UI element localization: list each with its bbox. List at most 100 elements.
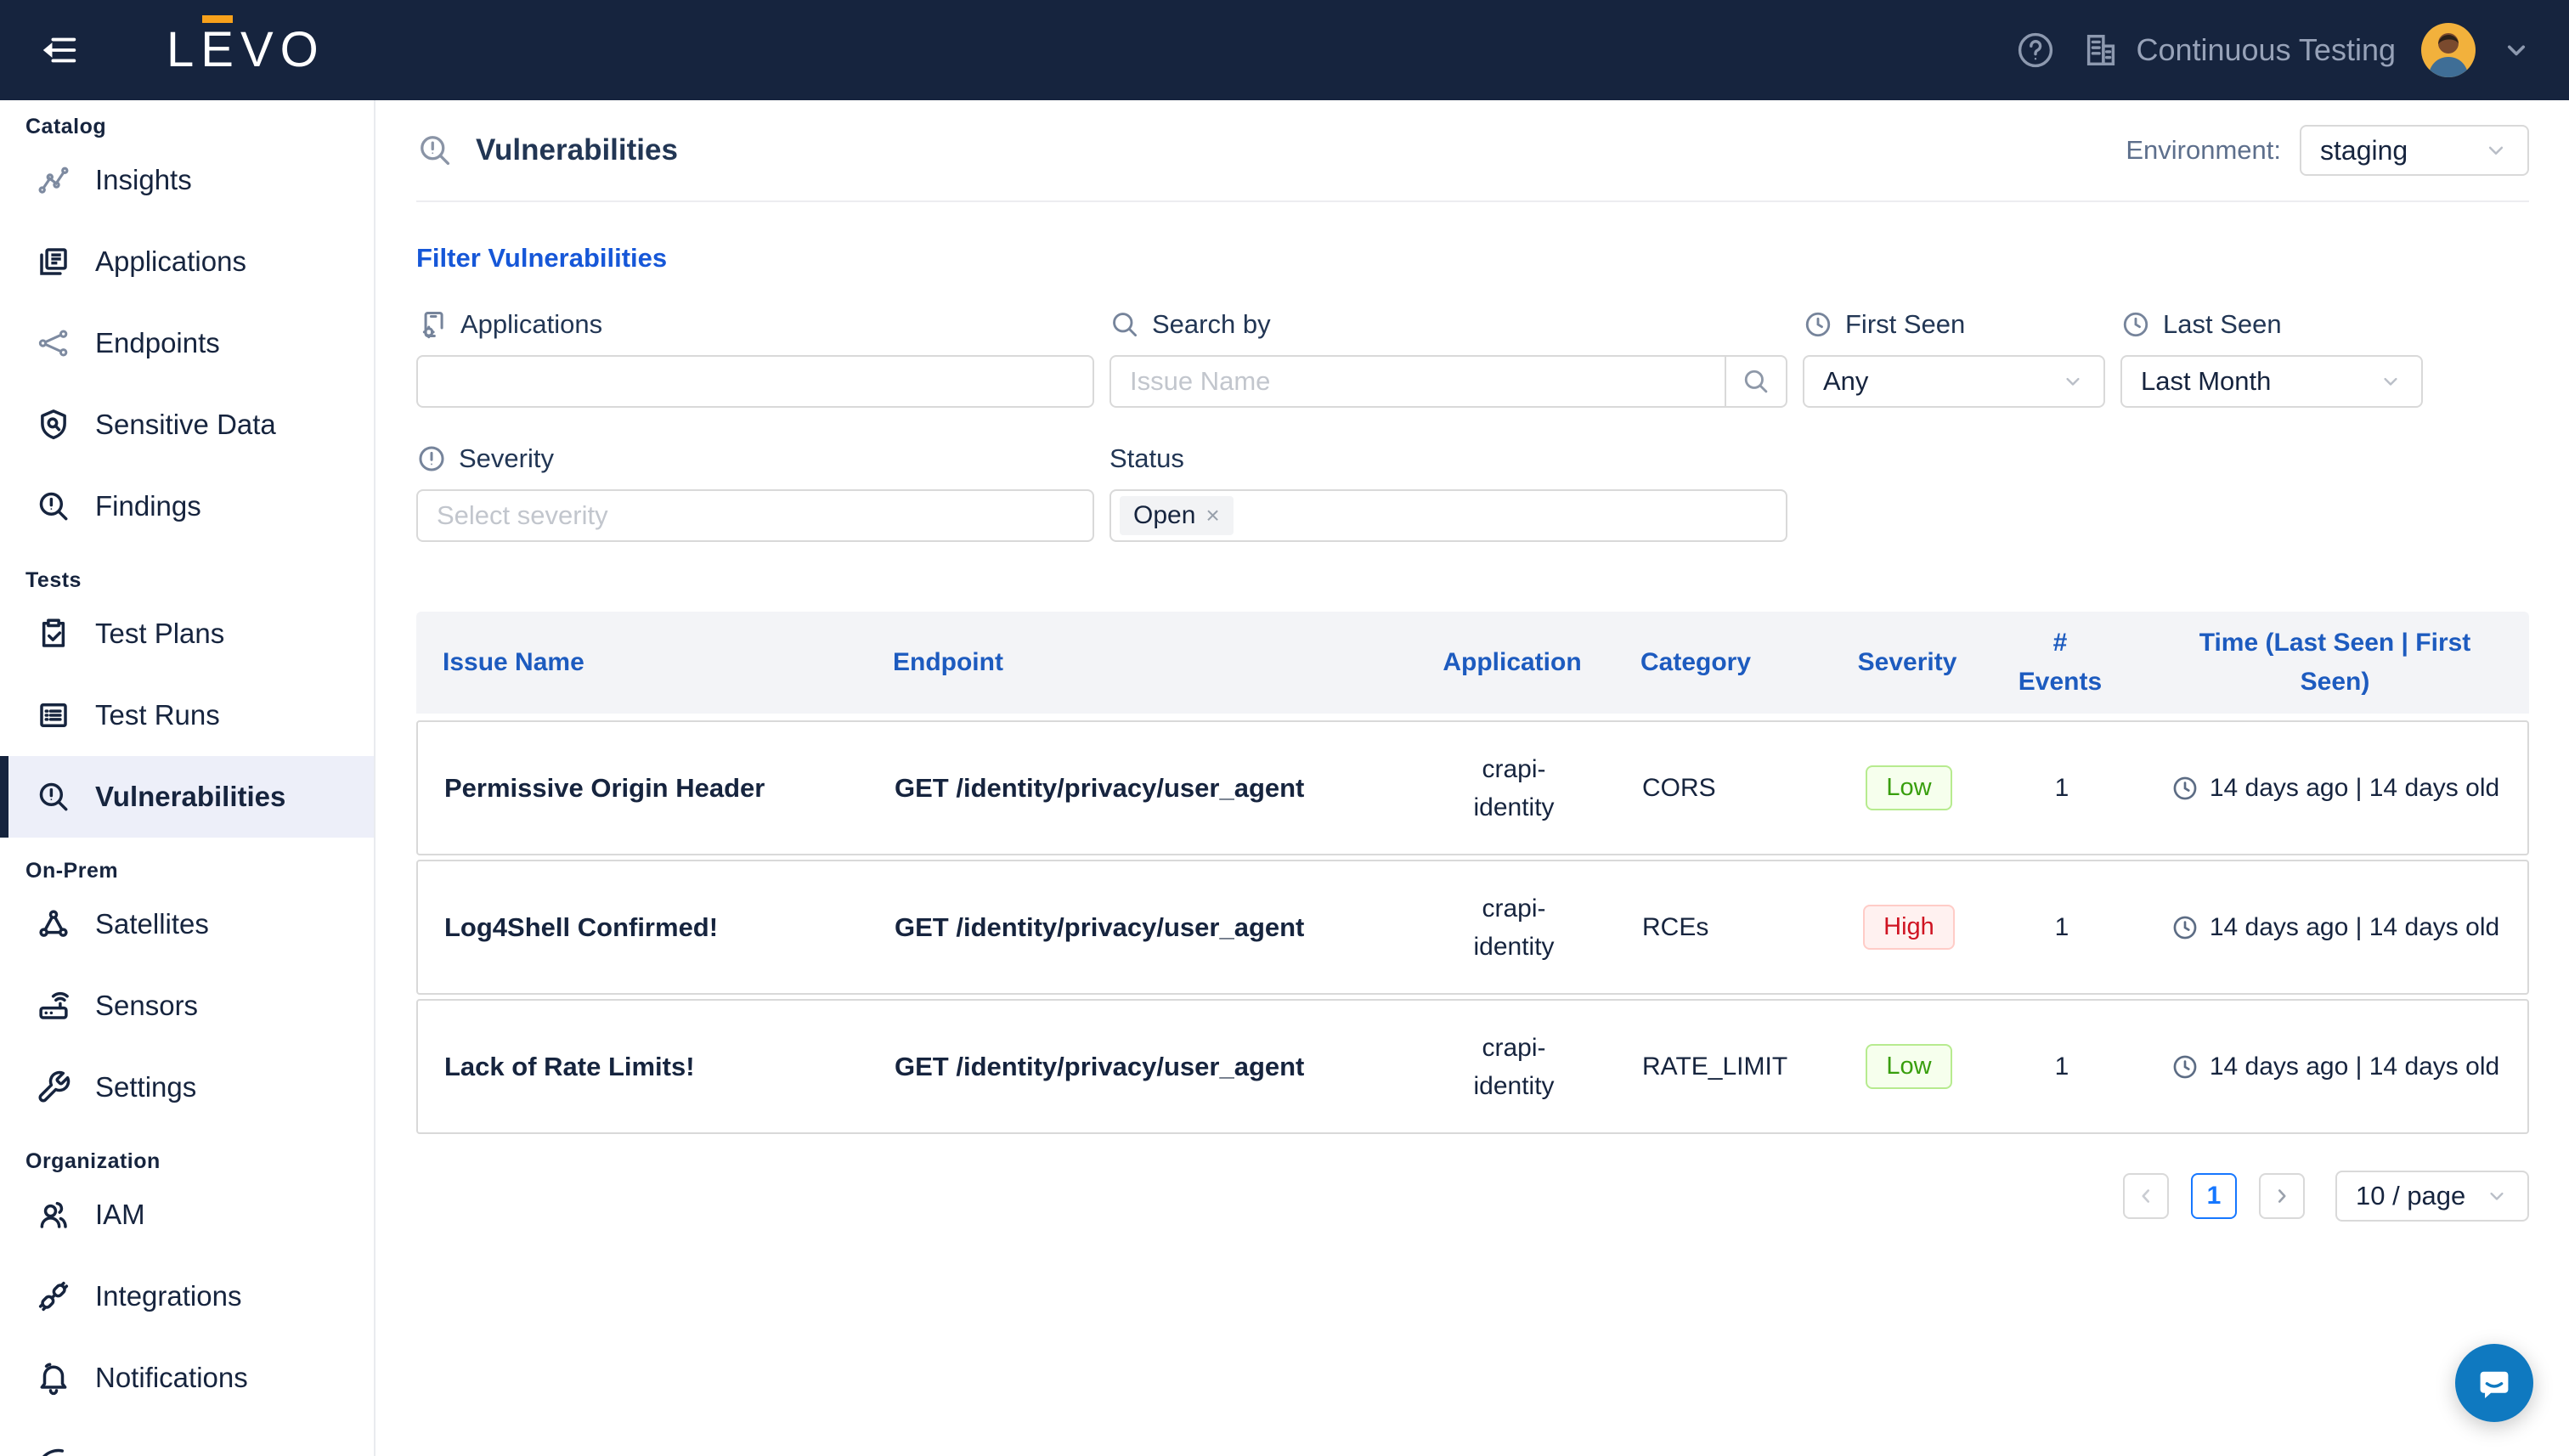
- issue-name-search-input[interactable]: [1109, 355, 1726, 408]
- page-number-button[interactable]: 1: [2191, 1173, 2237, 1219]
- chat-launcher-button[interactable]: [2455, 1344, 2533, 1422]
- test-runs-list-icon: [34, 697, 73, 733]
- severity-cell: Low: [1837, 1043, 1981, 1090]
- column-header-events: # Events: [2018, 628, 2103, 697]
- sidebar-item-label: Notifications: [95, 1362, 248, 1393]
- severity-filter-input[interactable]: [416, 489, 1094, 542]
- clock-icon: [2171, 774, 2199, 803]
- issue-name-cell: Lack of Rate Limits!: [444, 1051, 695, 1081]
- sidebar-item-insights[interactable]: Insights: [0, 139, 374, 221]
- last-seen-select[interactable]: Last Month: [2120, 355, 2423, 408]
- status-filter-input[interactable]: Open ×: [1109, 489, 1787, 542]
- time-text: 14 days ago | 14 days old: [2209, 1052, 2500, 1081]
- clock-icon: [1803, 309, 1833, 340]
- events-cell: 1: [2054, 1052, 2069, 1081]
- filter-panel: Filter Vulnerabilities Applications Sear…: [416, 243, 2529, 576]
- events-cell: 1: [2054, 773, 2069, 802]
- sidebar-item-test-runs[interactable]: Test Runs: [0, 674, 374, 756]
- first-seen-select[interactable]: Any: [1803, 355, 2105, 408]
- next-page-button[interactable]: [2259, 1173, 2305, 1219]
- chevron-down-icon: [2061, 370, 2085, 393]
- sidebar-item-vulnerabilities[interactable]: Vulnerabilities: [0, 756, 374, 838]
- sidebar-item-label: Settings: [95, 1071, 197, 1103]
- sidebar-item-sensors[interactable]: Sensors: [0, 965, 374, 1047]
- sidebar-item-label: Integrations: [95, 1280, 242, 1312]
- category-cell: RATE_LIMIT: [1642, 1052, 1788, 1081]
- sidebar-item-label: Endpoints: [95, 327, 220, 358]
- time-cell: 14 days ago | 14 days old: [2143, 1052, 2527, 1081]
- last-seen-value: Last Month: [2141, 366, 2272, 396]
- vulnerabilities-table: Issue Name Endpoint Application Category…: [416, 612, 2529, 1138]
- vulnerabilities-search-alert-icon: [34, 779, 73, 815]
- sidebar-item-label: Sensors: [95, 990, 199, 1021]
- search-submit-button[interactable]: [1725, 355, 1787, 408]
- environment-select[interactable]: staging: [2300, 125, 2529, 176]
- table-header-row: Issue Name Endpoint Application Category…: [416, 612, 2529, 714]
- sidebar-item-iam[interactable]: IAM: [0, 1174, 374, 1256]
- column-header-endpoint: Endpoint: [893, 647, 1003, 676]
- applications-filter-label: Applications: [460, 309, 603, 339]
- table-row[interactable]: Permissive Origin Header GET /identity/p…: [416, 720, 2529, 855]
- column-header-category: Category: [1640, 647, 1752, 676]
- sidebar-item-label: Sensitive Data: [95, 409, 276, 440]
- sidebar-item-notifications[interactable]: Notifications: [0, 1337, 374, 1419]
- sidebar-item-label: Findings: [95, 490, 201, 522]
- chevron-down-icon: [2485, 1184, 2509, 1208]
- category-cell: CORS: [1642, 773, 1716, 802]
- first-seen-label: First Seen: [1845, 309, 1966, 339]
- sidebar-item-applications[interactable]: Applications: [0, 221, 374, 302]
- sensors-router-icon: [34, 988, 73, 1024]
- search-icon: [1109, 309, 1140, 340]
- help-icon[interactable]: [2015, 30, 2056, 71]
- sidebar-item-label: Test Runs: [95, 699, 220, 731]
- application-cell: crapi-identity: [1473, 894, 1555, 961]
- menu-fold-icon: [42, 31, 81, 70]
- category-cell: RCEs: [1642, 912, 1709, 941]
- events-cell: 1: [2054, 912, 2069, 941]
- findings-search-alert-icon: [34, 488, 73, 524]
- sidebar-item-label: Satellites: [95, 908, 209, 940]
- org-switcher[interactable]: Continuous Testing: [2081, 31, 2396, 70]
- page-title-search-alert-icon: [416, 132, 454, 169]
- sidebar-item-endpoints[interactable]: Endpoints: [0, 302, 374, 384]
- table-row[interactable]: Log4Shell Confirmed! GET /identity/priva…: [416, 860, 2529, 995]
- chevron-down-icon: [2379, 370, 2402, 393]
- sidebar-item-satellites[interactable]: Satellites: [0, 883, 374, 965]
- sidebar-item-sensitive-data[interactable]: Sensitive Data: [0, 384, 374, 466]
- endpoint-cell: GET /identity/privacy/user_agent: [895, 772, 1305, 803]
- last-seen-label: Last Seen: [2163, 309, 2282, 339]
- application-cell: crapi-identity: [1473, 754, 1555, 821]
- column-header-issue-name: Issue Name: [443, 647, 584, 676]
- partial-item-icon: [34, 1439, 70, 1456]
- severity-badge: High: [1863, 904, 1955, 951]
- column-header-time: Time (Last Seen | First Seen): [2199, 628, 2471, 697]
- endpoint-cell: GET /identity/privacy/user_agent: [895, 911, 1305, 942]
- chevron-down-icon: [2483, 138, 2509, 163]
- applications-filter-input[interactable]: [416, 355, 1094, 408]
- account-chevron-down-icon[interactable]: [2501, 35, 2532, 65]
- user-avatar[interactable]: [2421, 23, 2476, 77]
- status-label: Status: [1109, 443, 1184, 473]
- previous-page-button[interactable]: [2123, 1173, 2169, 1219]
- sidebar-item-integrations[interactable]: Integrations: [0, 1256, 374, 1337]
- page-size-select[interactable]: 10 / page: [2335, 1171, 2529, 1222]
- issue-name-cell: Log4Shell Confirmed!: [444, 911, 719, 942]
- endpoints-icon: [34, 326, 73, 360]
- endpoint-cell: GET /identity/privacy/user_agent: [895, 1051, 1305, 1081]
- notifications-bell-icon: [34, 1360, 73, 1396]
- logo-accent-bar: [202, 15, 233, 23]
- page-size-value: 10 / page: [2356, 1181, 2466, 1211]
- environment-label: Environment:: [2126, 135, 2281, 165]
- table-row[interactable]: Lack of Rate Limits! GET /identity/priva…: [416, 999, 2529, 1134]
- sidebar-item-findings[interactable]: Findings: [0, 466, 374, 547]
- tag-close-icon[interactable]: ×: [1205, 504, 1219, 528]
- sidebar-collapse-button[interactable]: [37, 26, 85, 74]
- severity-cell: Low: [1837, 765, 1981, 811]
- levo-logo: LEVO: [167, 15, 325, 75]
- time-text: 14 days ago | 14 days old: [2209, 773, 2500, 802]
- sidebar-item-settings[interactable]: Settings: [0, 1047, 374, 1128]
- column-header-application: Application: [1443, 647, 1582, 676]
- insights-icon: [34, 162, 73, 198]
- sidebar-item-test-plans[interactable]: Test Plans: [0, 593, 374, 674]
- filter-vulnerabilities-link[interactable]: Filter Vulnerabilities: [416, 243, 667, 274]
